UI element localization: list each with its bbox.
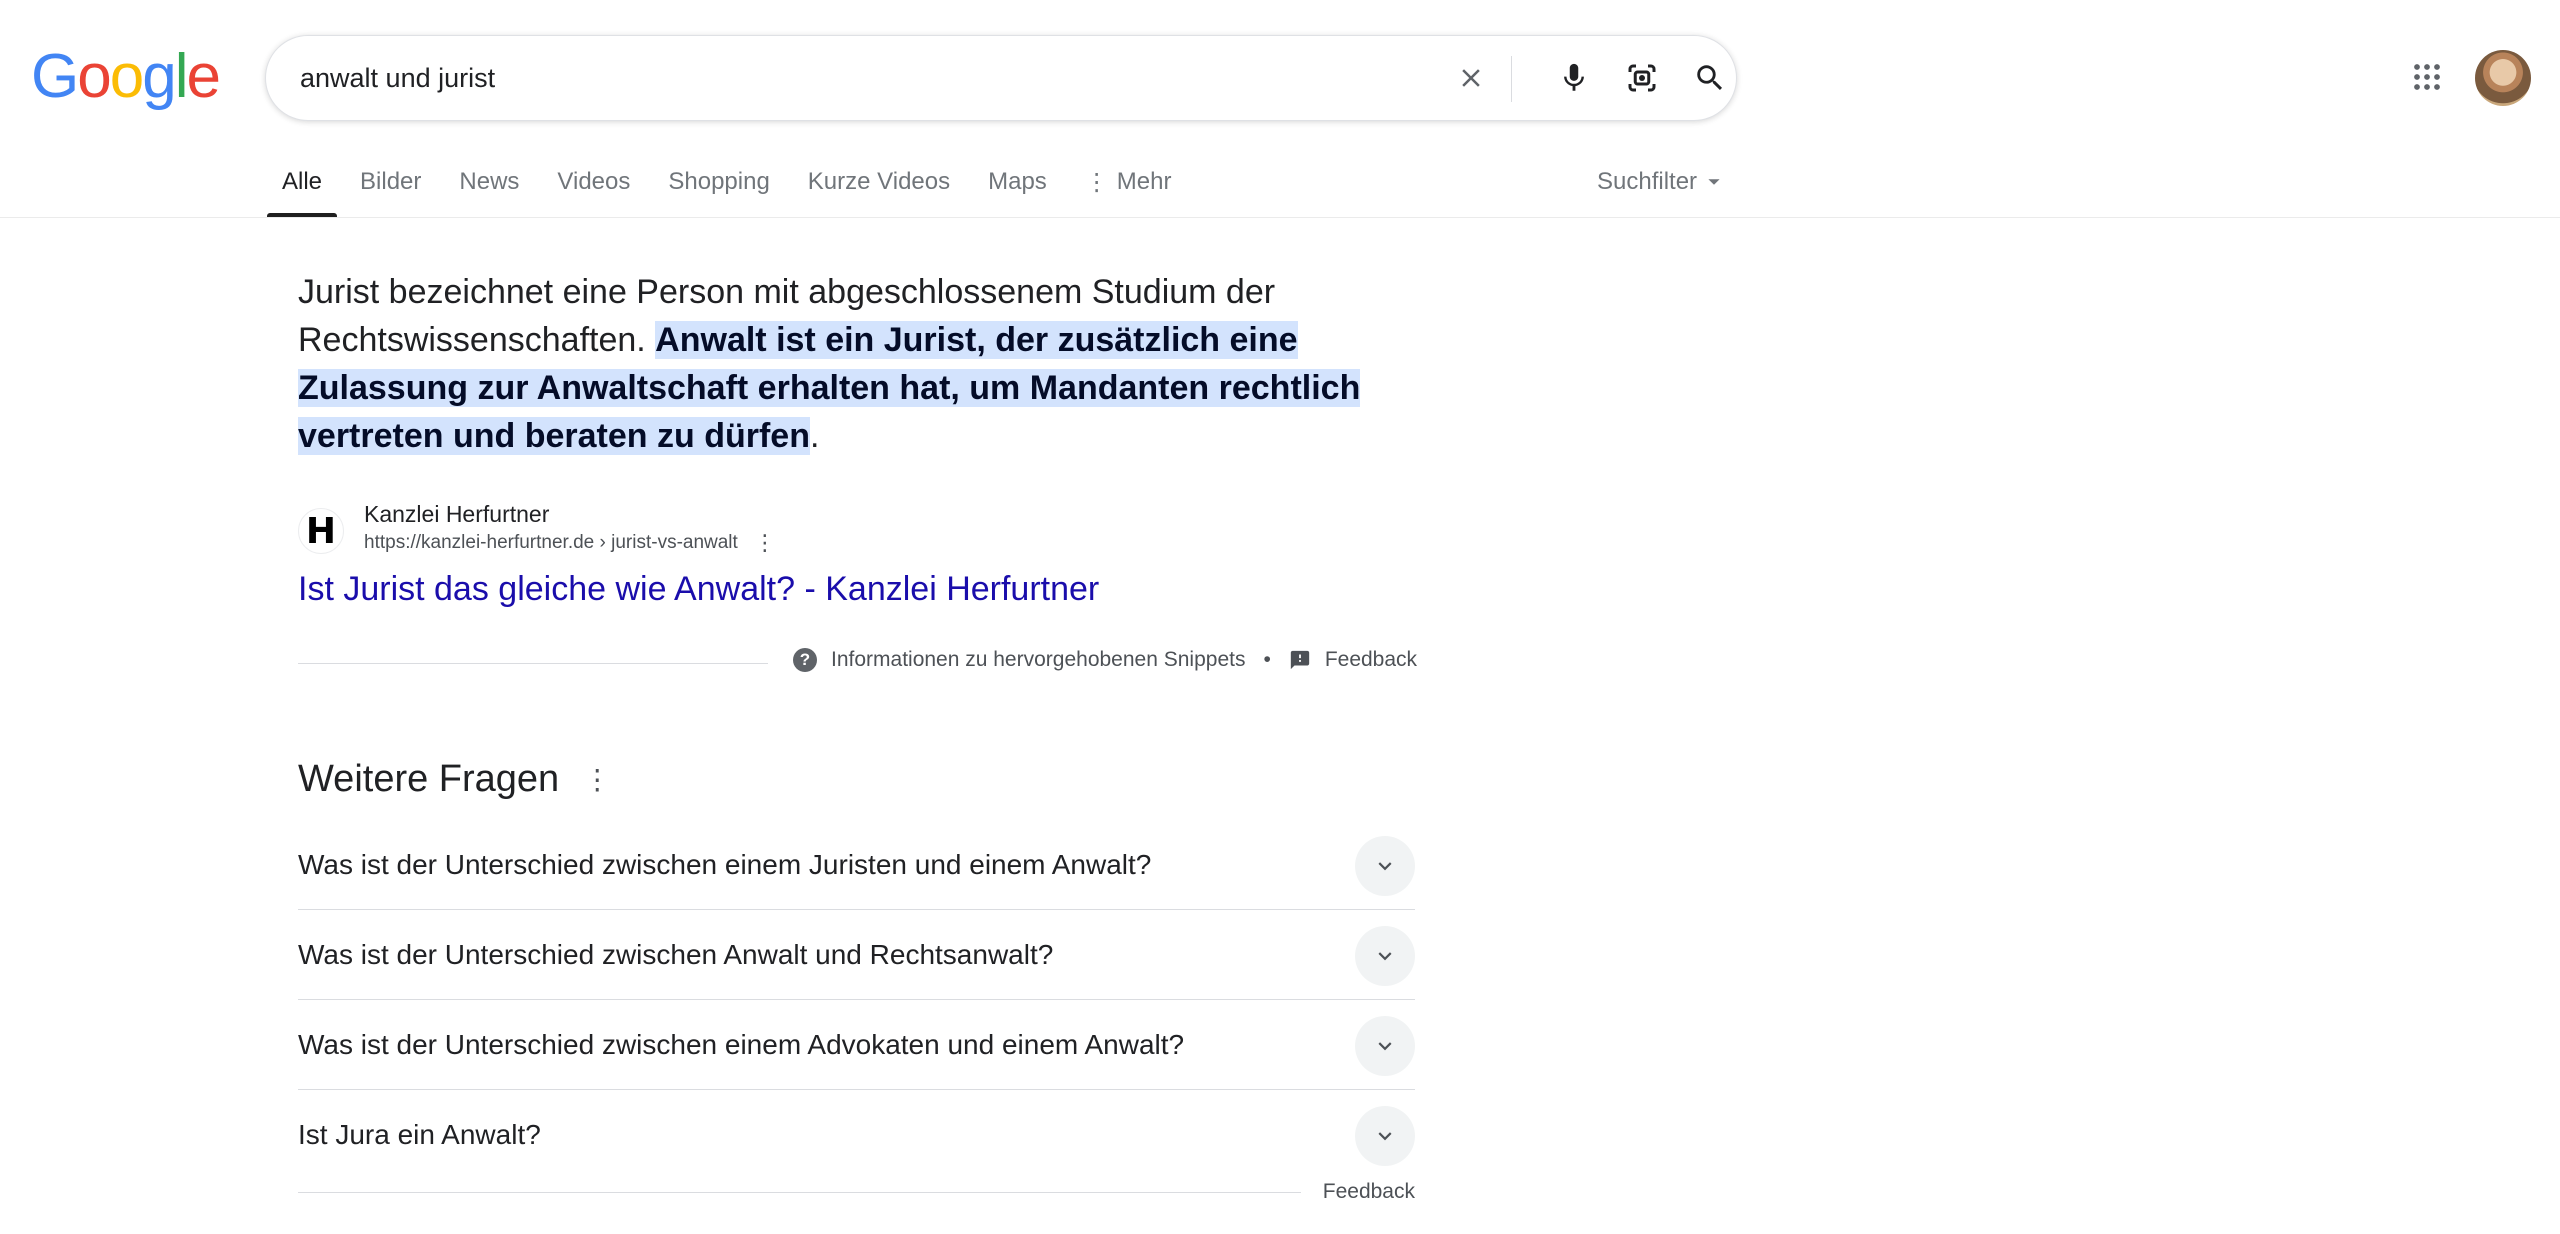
search-icon[interactable] [1688,56,1732,100]
logo-letter: l [174,42,189,111]
tab-label: Kurze Videos [807,168,951,195]
paa-feedback-link[interactable]: Feedback [1323,1180,1415,1204]
logo-letter: g [142,42,177,111]
paa-question-text: Was ist der Unterschied zwischen einem A… [298,1028,1185,1060]
snippet-source[interactable]: H Kanzlei Herfurtner https://kanzlei-her… [298,500,776,558]
search-divider [1511,56,1512,102]
clear-icon[interactable] [1449,56,1493,100]
paa-list: Was ist der Unterschied zwischen einem J… [298,820,1415,1180]
suchfilter-label: Suchfilter [1597,168,1698,195]
paa-question-text: Ist Jura ein Anwalt? [298,1119,541,1150]
tab-mehr[interactable]: ⋮ Mehr [1085,160,1172,218]
google-logo[interactable]: Google [31,46,221,108]
snippet-info-link[interactable]: Informationen zu hervorgehobenen Snippet… [831,648,1245,672]
tab-kurze-videos[interactable]: Kurze Videos [808,160,950,218]
snippet-text-after: . [809,417,820,455]
tab-label: Videos [557,168,631,195]
avatar[interactable] [2475,50,2531,106]
source-text: Kanzlei Herfurtner https://kanzlei-herfu… [364,500,776,558]
tab-videos[interactable]: Videos [557,160,630,218]
site-favicon: H [298,508,344,554]
chevron-down-icon[interactable] [1355,926,1415,986]
paa-title: Weitere Fragen [298,758,560,800]
caret-down-icon [1708,179,1720,185]
paa-heading: Weitere Fragen ⋮ [298,758,611,801]
snippet-info-row: ? Informationen zu hervorgehobenen Snipp… [793,648,1417,672]
source-name: Kanzlei Herfurtner [364,501,550,527]
paa-question-text: Was ist der Unterschied zwischen Anwalt … [298,938,1054,970]
snippet-feedback-link[interactable]: Feedback [1325,648,1417,672]
search-input[interactable] [300,36,1400,120]
logo-letter: o [109,42,145,111]
tab-label: News [459,168,520,195]
tab-alle[interactable]: Alle [266,160,338,218]
microphone-icon[interactable] [1552,56,1596,100]
paa-question[interactable]: Ist Jura ein Anwalt? [298,1090,1415,1180]
paa-question[interactable]: Was ist der Unterschied zwischen einem J… [298,820,1415,910]
tab-label: Maps [988,168,1047,195]
more-vert-icon[interactable]: ⋮ [754,528,776,558]
lens-icon[interactable] [1620,56,1664,100]
suchfilter-button[interactable]: Suchfilter [1597,168,1721,196]
apps-grid-icon[interactable] [2406,56,2448,98]
chevron-down-icon[interactable] [1355,1106,1415,1166]
search-box [265,35,1737,121]
logo-letter: o [77,42,112,111]
chevron-down-icon[interactable] [1355,836,1415,896]
paa-question[interactable]: Was ist der Unterschied zwischen einem A… [298,1000,1415,1090]
help-icon: ? [793,648,817,672]
tab-news[interactable]: News [459,160,519,218]
tab-bilder[interactable]: Bilder [360,160,421,218]
paa-footer: Feedback [298,1180,1415,1210]
divider [298,1192,1301,1193]
result-title-link[interactable]: Ist Jurist das gleiche wie Anwalt? - Kan… [298,570,1099,609]
logo-letter: e [186,42,221,111]
tab-label: Shopping [668,168,770,195]
header-divider [0,217,2560,218]
paa-question-text: Was ist der Unterschied zwischen einem J… [298,848,1152,880]
divider [298,663,768,664]
featured-snippet-text: Jurist bezeichnet eine Person mit abgesc… [298,268,1418,460]
snippet-footer: ? Informationen zu hervorgehobenen Snipp… [298,648,1417,678]
tab-maps[interactable]: Maps [988,160,1047,218]
separator-dot: • [1263,648,1271,671]
more-vert-icon: ⋮ [1084,169,1109,196]
source-url-row: https://kanzlei-herfurtner.de › jurist-v… [364,528,776,558]
favicon-letter: H [305,510,337,552]
tab-label: Bilder [360,168,422,195]
source-url: https://kanzlei-herfurtner.de › jurist-v… [364,532,738,553]
chevron-down-icon[interactable] [1355,1016,1415,1076]
paa-question[interactable]: Was ist der Unterschied zwischen Anwalt … [298,910,1415,1000]
tab-shopping[interactable]: Shopping [668,160,769,218]
logo-letter: G [31,42,79,111]
tab-label: Mehr [1116,168,1172,195]
tab-label: Alle [282,168,323,195]
feedback-icon [1289,649,1311,671]
more-vert-icon[interactable]: ⋮ [583,763,611,796]
search-tabs: Alle Bilder News Videos Shopping Kurze V… [266,160,1209,218]
